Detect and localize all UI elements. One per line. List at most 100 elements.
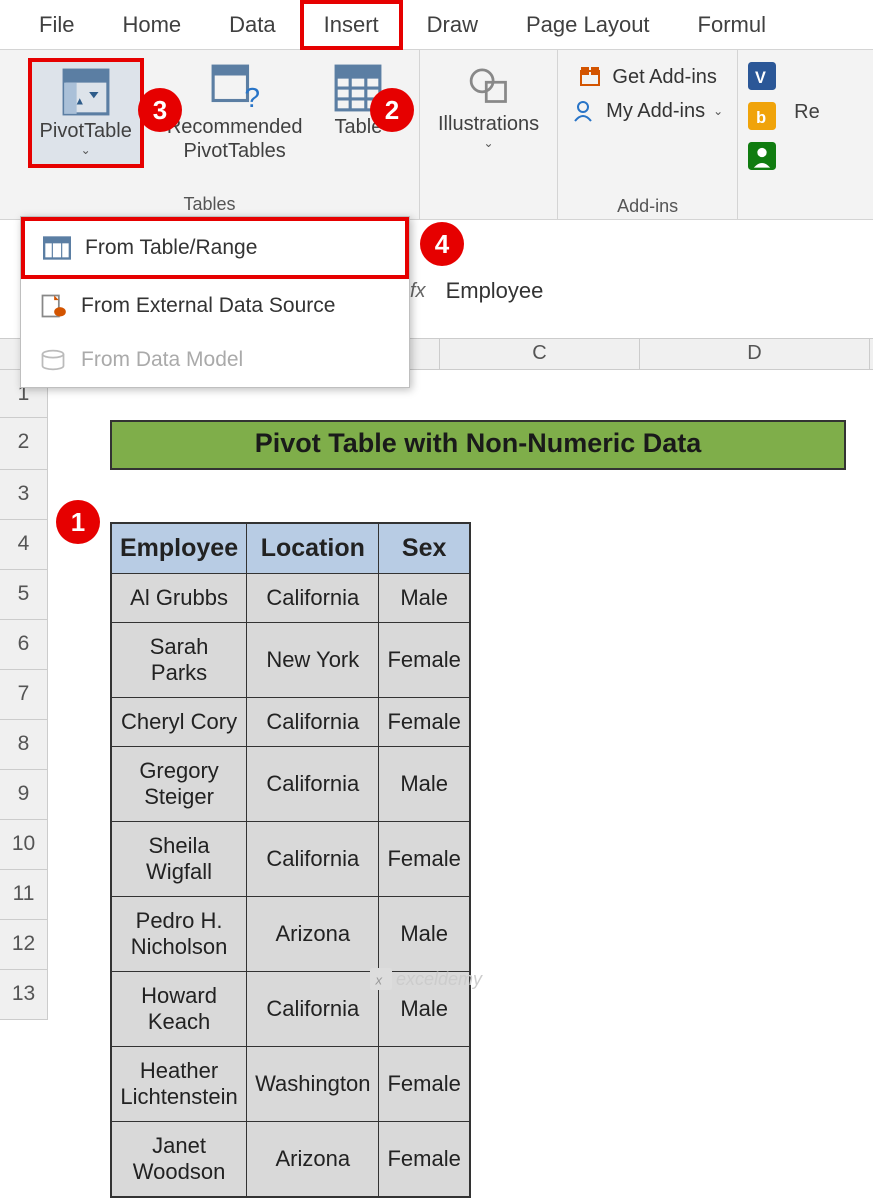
- tab-file[interactable]: File: [15, 0, 98, 50]
- header-sex[interactable]: Sex: [379, 523, 470, 574]
- ribbon: PivotTable ⌄ ? Recommended PivotTables T…: [0, 50, 873, 220]
- header-employee[interactable]: Employee: [111, 523, 247, 574]
- recommended-charts-label: Re: [794, 100, 820, 124]
- cell-sex[interactable]: Male: [379, 747, 470, 822]
- row-header[interactable]: 10: [0, 820, 48, 870]
- cell-employee[interactable]: Pedro H. Nicholson: [111, 897, 247, 972]
- tab-home[interactable]: Home: [98, 0, 205, 50]
- cell-location[interactable]: California: [247, 747, 379, 822]
- pivottable-icon: [61, 67, 111, 117]
- cell-sex[interactable]: Female: [379, 1047, 470, 1122]
- my-addins-label: My Add-ins: [606, 100, 705, 123]
- fx-icon[interactable]: fx: [410, 280, 426, 303]
- illustrations-label: Illustrations: [438, 112, 539, 136]
- illustrations-button[interactable]: Illustrations ⌄: [430, 58, 547, 155]
- cell-sex[interactable]: Female: [379, 822, 470, 897]
- cell-employee[interactable]: Sheila Wigfall: [111, 822, 247, 897]
- get-addins-button[interactable]: Get Add-ins: [578, 60, 717, 94]
- row-header[interactable]: 12: [0, 920, 48, 970]
- dropdown-from-external[interactable]: From External Data Source: [21, 279, 409, 333]
- row-header[interactable]: 13: [0, 970, 48, 1020]
- tables-group-label: Tables: [183, 194, 235, 215]
- tab-insert[interactable]: Insert: [300, 0, 403, 50]
- row-header[interactable]: 11: [0, 870, 48, 920]
- tab-pagelayout[interactable]: Page Layout: [502, 0, 674, 50]
- data-model-icon: [39, 347, 67, 373]
- row-header[interactable]: 9: [0, 770, 48, 820]
- addins-group-label: Add-ins: [617, 196, 678, 217]
- cell-location[interactable]: New York: [247, 623, 379, 698]
- table-range-icon: [43, 235, 71, 261]
- watermark-icon: x: [370, 968, 392, 990]
- pivottable-button[interactable]: PivotTable ⌄: [28, 58, 144, 168]
- cell-sex[interactable]: Female: [379, 623, 470, 698]
- table-row: Cheryl CoryCaliforniaFemale: [111, 698, 470, 747]
- ribbon-group-addins: Get Add-ins My Add-ins ⌄ Add-ins: [558, 50, 738, 219]
- tab-draw[interactable]: Draw: [403, 0, 502, 50]
- row-header[interactable]: 7: [0, 670, 48, 720]
- ribbon-group-tables: PivotTable ⌄ ? Recommended PivotTables T…: [0, 50, 420, 219]
- side-icons: V b: [738, 50, 786, 219]
- cell-location[interactable]: California: [247, 574, 379, 623]
- cell-sex[interactable]: Female: [379, 1122, 470, 1198]
- svg-text:?: ?: [244, 82, 260, 113]
- cell-employee[interactable]: Cheryl Cory: [111, 698, 247, 747]
- table-header-row: Employee Location Sex: [111, 523, 470, 574]
- cell-employee[interactable]: Sarah Parks: [111, 623, 247, 698]
- row-header[interactable]: 2: [0, 418, 48, 470]
- svg-text:V: V: [755, 69, 766, 87]
- row-header[interactable]: 6: [0, 620, 48, 670]
- row-header[interactable]: 3: [0, 470, 48, 520]
- cell-location[interactable]: Arizona: [247, 1122, 379, 1198]
- my-addins-icon: [572, 99, 598, 123]
- tab-formulas[interactable]: Formul: [674, 0, 790, 50]
- chevron-down-icon: ⌄: [713, 104, 723, 118]
- watermark-text: exceldemy: [396, 969, 482, 990]
- illustrations-icon: [467, 63, 511, 107]
- cell-sex[interactable]: Male: [379, 574, 470, 623]
- people-icon[interactable]: [748, 142, 776, 170]
- col-header-d[interactable]: D: [640, 339, 870, 369]
- recommended-label: Recommended PivotTables: [167, 115, 303, 163]
- my-addins-button[interactable]: My Add-ins ⌄: [572, 94, 723, 128]
- tab-data[interactable]: Data: [205, 0, 299, 50]
- ribbon-group-illustrations: Illustrations ⌄: [420, 50, 558, 219]
- row-header[interactable]: 4: [0, 520, 48, 570]
- pivottable-label: PivotTable: [40, 119, 132, 143]
- cell-employee[interactable]: Heather Lichtenstein: [111, 1047, 247, 1122]
- cell-location[interactable]: Arizona: [247, 897, 379, 972]
- chevron-down-icon: ⌄: [81, 143, 91, 157]
- addins-store-icon: [578, 65, 604, 89]
- cell-employee[interactable]: Gregory Steiger: [111, 747, 247, 822]
- cell-sex[interactable]: Male: [379, 897, 470, 972]
- cell-employee[interactable]: Al Grubbs: [111, 574, 247, 623]
- table-row: Janet WoodsonArizonaFemale: [111, 1122, 470, 1198]
- ribbon-tabs: File Home Data Insert Draw Page Layout F…: [0, 0, 873, 50]
- cell-location[interactable]: California: [247, 972, 379, 1047]
- cell-location[interactable]: California: [247, 822, 379, 897]
- bing-icon[interactable]: b: [748, 102, 776, 130]
- watermark: x exceldemy: [370, 968, 482, 990]
- cell-employee[interactable]: Howard Keach: [111, 972, 247, 1047]
- cell-location[interactable]: Washington: [247, 1047, 379, 1122]
- formula-value[interactable]: Employee: [446, 278, 544, 304]
- col-header-c[interactable]: C: [440, 339, 640, 369]
- svg-text:b: b: [756, 109, 766, 127]
- recommended-pivot-icon: ?: [210, 63, 260, 113]
- row-header[interactable]: 8: [0, 720, 48, 770]
- visio-icon[interactable]: V: [748, 62, 776, 90]
- cell-location[interactable]: California: [247, 698, 379, 747]
- table-row: Gregory SteigerCaliforniaMale: [111, 747, 470, 822]
- chevron-down-icon: ⌄: [484, 136, 494, 150]
- step-badge-4: 4: [420, 222, 464, 266]
- recommended-charts-button[interactable]: Re: [786, 50, 828, 219]
- row-header[interactable]: 5: [0, 570, 48, 620]
- table-row: Sarah ParksNew YorkFemale: [111, 623, 470, 698]
- header-location[interactable]: Location: [247, 523, 379, 574]
- step-badge-2: 2: [370, 88, 414, 132]
- sheet-title[interactable]: Pivot Table with Non-Numeric Data: [110, 420, 846, 470]
- cell-sex[interactable]: Female: [379, 698, 470, 747]
- dropdown-from-table-range[interactable]: From Table/Range: [21, 217, 409, 279]
- cell-employee[interactable]: Janet Woodson: [111, 1122, 247, 1198]
- table-row: Pedro H. NicholsonArizonaMale: [111, 897, 470, 972]
